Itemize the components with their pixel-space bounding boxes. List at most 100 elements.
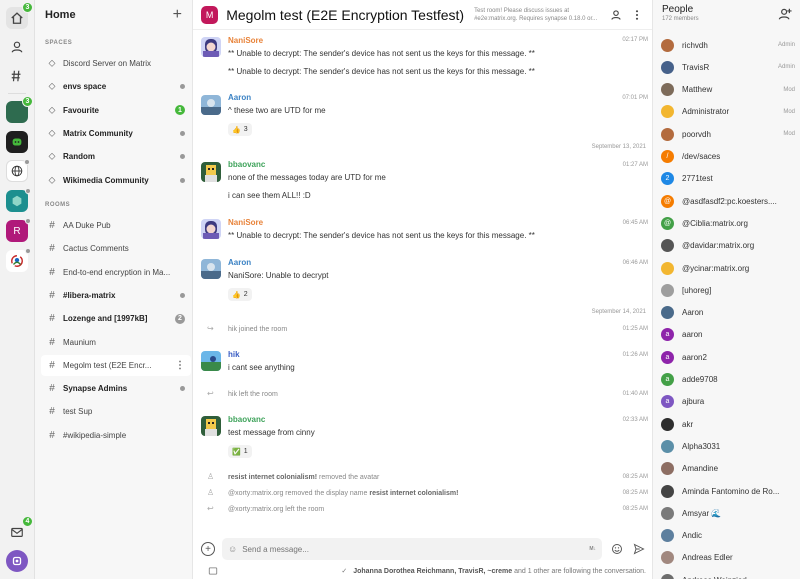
room-item[interactable]: # Maunium bbox=[41, 332, 191, 353]
sender-name[interactable]: NaniSore bbox=[228, 218, 263, 227]
room-item[interactable]: # Megolm test (E2E Encr... ⋮ bbox=[41, 354, 191, 376]
date-separator: September 13, 2021 bbox=[591, 144, 646, 150]
member-item[interactable]: Andreas Edler bbox=[661, 549, 795, 567]
avatar-bbaovanc[interactable] bbox=[201, 416, 221, 436]
space-item[interactable]: ⬦ Random bbox=[41, 146, 191, 167]
message-time: 02:33 AM bbox=[622, 417, 648, 423]
member-item[interactable]: @ycinar:matrix.org bbox=[661, 259, 795, 277]
member-avatar: / bbox=[661, 150, 674, 163]
invites-badge: 4 bbox=[22, 516, 33, 527]
space-discord[interactable] bbox=[6, 131, 28, 153]
member-item[interactable]: Alpha3031 bbox=[661, 437, 795, 455]
reaction-emoji: 👍 bbox=[232, 126, 241, 134]
member-item[interactable]: a aaron2 bbox=[661, 348, 795, 366]
member-item[interactable]: a aaron bbox=[661, 326, 795, 344]
avatar-nanisore[interactable] bbox=[201, 37, 221, 57]
space-item[interactable]: ⬦ Discord Server on Matrix bbox=[41, 53, 191, 74]
member-item[interactable]: Aminda Fantomino de Ro... bbox=[661, 482, 795, 500]
space-avatar-1[interactable]: 3 bbox=[6, 96, 33, 123]
sender-name[interactable]: hik bbox=[228, 350, 240, 359]
members-button[interactable] bbox=[609, 8, 622, 22]
member-item[interactable]: Andreas Weinzierl bbox=[661, 571, 795, 579]
invites-button[interactable]: 4 bbox=[6, 516, 33, 543]
member-item[interactable]: 2 2771test bbox=[661, 170, 795, 188]
room-options-button[interactable] bbox=[631, 8, 644, 22]
member-avatar: @ bbox=[661, 194, 674, 208]
member-item[interactable]: [uhoreg] bbox=[661, 281, 795, 299]
message-body: ^ these two are UTD for me bbox=[228, 106, 326, 115]
message-input[interactable] bbox=[242, 544, 590, 554]
room-item[interactable]: # #libera-matrix bbox=[41, 285, 191, 306]
explore-button[interactable] bbox=[6, 65, 28, 87]
avatar-aaron[interactable] bbox=[201, 259, 221, 279]
space-item-label: Matrix Community bbox=[63, 128, 133, 138]
space-item-label: Random bbox=[63, 152, 95, 162]
member-name: akr bbox=[682, 419, 694, 429]
composer-box: ☺ M↓ bbox=[222, 538, 602, 560]
check-icon: ✓ bbox=[341, 568, 348, 575]
member-item[interactable]: Administrator Mod bbox=[661, 103, 795, 121]
attach-button[interactable]: + bbox=[201, 542, 215, 556]
room-item[interactable]: # Cactus Comments bbox=[41, 238, 191, 259]
member-item[interactable]: / /dev/saces bbox=[661, 148, 795, 166]
space-badge: 3 bbox=[22, 96, 33, 107]
sender-name[interactable]: NaniSore bbox=[228, 36, 263, 45]
direct-messages-button[interactable] bbox=[6, 36, 28, 58]
markdown-icon[interactable]: M↓ bbox=[589, 546, 596, 552]
room-title[interactable]: Megolm test (E2E Encryption Testfest) bbox=[226, 7, 464, 23]
space-item[interactable]: ⬦ envs space bbox=[41, 76, 191, 97]
add-room-button[interactable]: + bbox=[173, 7, 182, 23]
avatar-nanisore[interactable] bbox=[201, 219, 221, 239]
space-wikimedia[interactable] bbox=[6, 248, 31, 272]
member-item[interactable]: @ @Ciblia:matrix.org bbox=[661, 214, 795, 232]
home-button[interactable]: 3 bbox=[6, 2, 33, 29]
rail-divider bbox=[8, 93, 26, 94]
avatar-aaron[interactable] bbox=[201, 95, 221, 115]
member-item[interactable]: richvdh Admin bbox=[661, 36, 795, 54]
room-item[interactable]: # End-to-end encryption in Ma... bbox=[41, 262, 191, 283]
space-teal[interactable] bbox=[6, 188, 31, 212]
reaction-chip[interactable]: 👍 3 bbox=[228, 123, 252, 136]
member-item[interactable]: a ajbura bbox=[661, 393, 795, 411]
send-button[interactable] bbox=[632, 542, 646, 556]
member-item[interactable]: Matthew Mod bbox=[661, 81, 795, 99]
space-item[interactable]: ⬦ Matrix Community bbox=[41, 123, 191, 144]
room-item[interactable]: # test Sup bbox=[41, 401, 191, 422]
member-item[interactable]: a adde9708 bbox=[661, 371, 795, 389]
sender-name[interactable]: bbaovanc bbox=[228, 415, 265, 424]
member-item[interactable]: poorvdh Mod bbox=[661, 125, 795, 143]
space-item[interactable]: ⬦ Wikimedia Community bbox=[41, 170, 191, 191]
member-item[interactable]: @ @asdfasdf2:pc.koesters.... bbox=[661, 192, 795, 210]
avatar-hik[interactable] bbox=[201, 351, 221, 371]
member-item[interactable]: TravisR Admin bbox=[661, 58, 795, 76]
room-options-icon[interactable]: ⋮ bbox=[175, 360, 185, 371]
avatar-bbaovanc[interactable] bbox=[201, 162, 221, 182]
wikimedia-icon bbox=[11, 255, 23, 267]
user-avatar[interactable] bbox=[6, 550, 28, 572]
room-topic[interactable]: Test room! Please discuss issues at #e2e… bbox=[474, 7, 603, 23]
room-item[interactable]: # Synapse Admins bbox=[41, 378, 191, 399]
reaction-chip[interactable]: ✅ 1 bbox=[228, 445, 252, 458]
join-arrow-icon: ↪ bbox=[207, 324, 214, 333]
member-item[interactable]: akr bbox=[661, 415, 795, 433]
sender-name[interactable]: bbaovanc bbox=[228, 160, 265, 169]
space-item[interactable]: ⬦ Favourite 1 bbox=[41, 100, 191, 121]
room-avatar[interactable]: M bbox=[201, 5, 219, 24]
reaction-chip[interactable]: 👍 2 bbox=[228, 288, 252, 301]
member-item[interactable]: @davidar:matrix.org bbox=[661, 237, 795, 255]
sender-name[interactable]: Aaron bbox=[228, 93, 251, 102]
invite-user-icon[interactable] bbox=[778, 7, 792, 21]
room-item[interactable]: # #wikipedia-simple bbox=[41, 425, 191, 446]
room-item[interactable]: # AA Duke Pub bbox=[41, 215, 191, 236]
space-icon: ⬦ bbox=[48, 151, 56, 163]
room-item[interactable]: # Lozenge and [1997kB] 2 bbox=[41, 308, 191, 329]
member-item[interactable]: Amsyar 🌊 bbox=[661, 504, 795, 522]
member-item[interactable]: Amandine bbox=[661, 460, 795, 478]
space-r[interactable]: R bbox=[6, 218, 31, 242]
member-item[interactable]: Andic bbox=[661, 527, 795, 545]
emoji-button[interactable] bbox=[610, 542, 624, 556]
member-name: @Ciblia:matrix.org bbox=[682, 218, 748, 228]
sender-name[interactable]: Aaron bbox=[228, 258, 251, 267]
space-globe[interactable] bbox=[6, 159, 30, 182]
member-item[interactable]: Aaron bbox=[661, 304, 795, 322]
